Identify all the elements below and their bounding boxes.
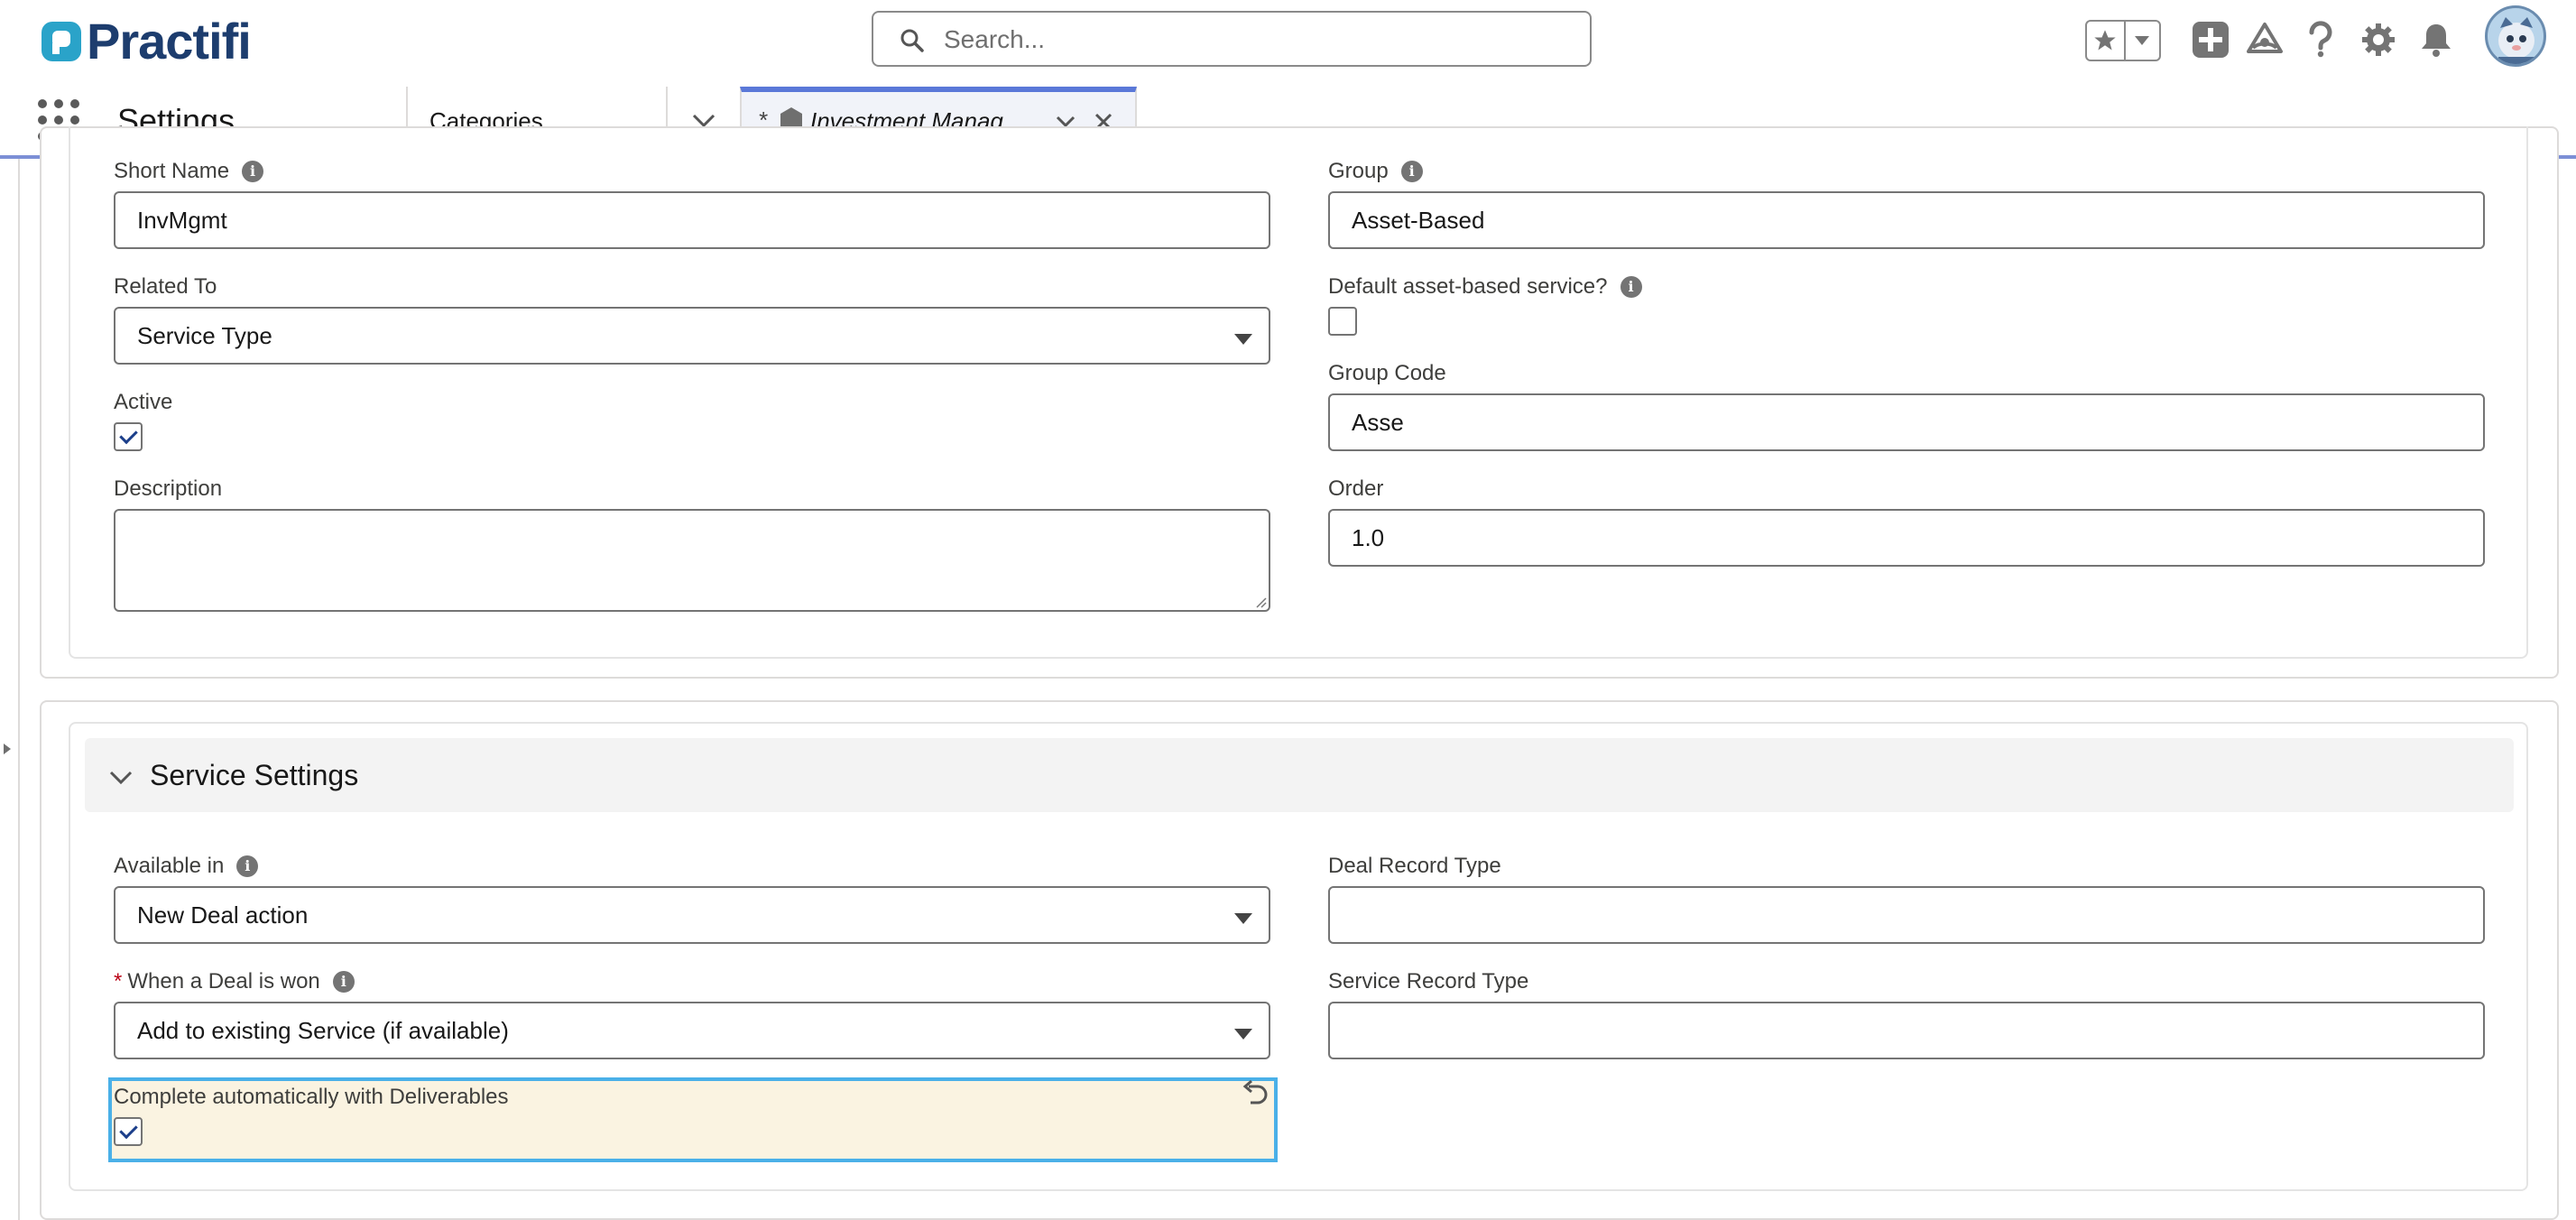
dropdown-caret-icon	[1234, 1029, 1252, 1040]
info-icon[interactable]: i	[242, 161, 264, 182]
dropdown-caret-icon	[1234, 913, 1252, 924]
notifications-bell-icon[interactable]	[2416, 20, 2456, 60]
default-asset-based-checkbox[interactable]	[1328, 307, 1357, 336]
order-label: Order	[1328, 476, 1384, 501]
group-label: Group i	[1328, 159, 1423, 184]
when-deal-won-label: * When a Deal is won i	[114, 969, 355, 994]
avatar[interactable]	[2485, 5, 2546, 67]
practifi-logo[interactable]: Practifi	[40, 13, 252, 69]
service-settings-header[interactable]: Service Settings	[85, 738, 2514, 812]
chevron-down-icon	[109, 771, 133, 785]
active-label: Active	[114, 390, 173, 414]
deal-record-type-label: Deal Record Type	[1328, 854, 1501, 878]
info-icon[interactable]: i	[332, 971, 355, 993]
service-record-type-label: Service Record Type	[1328, 969, 1529, 994]
description-label: Description	[114, 476, 223, 501]
expand-rail-icon[interactable]	[4, 744, 11, 754]
global-header: Practifi	[0, 0, 2576, 88]
service-record-type-field[interactable]	[1328, 1002, 2485, 1059]
left-rail[interactable]	[0, 159, 20, 1220]
search-icon	[900, 29, 924, 52]
active-checkbox[interactable]	[114, 422, 143, 451]
required-marker: *	[114, 969, 123, 994]
info-icon[interactable]: i	[1620, 276, 1642, 298]
global-actions-plus-icon[interactable]	[2191, 20, 2230, 60]
default-asset-based-label: Default asset-based service? i	[1328, 274, 1642, 300]
related-to-value: Service Type	[137, 322, 272, 349]
practifi-logo-mark-icon	[40, 20, 83, 63]
short-name-field[interactable]: InvMgmt	[114, 191, 1270, 249]
group-code-field[interactable]: Asse	[1328, 393, 2485, 451]
related-to-label: Related To	[114, 274, 217, 299]
order-field[interactable]: 1.0	[1328, 509, 2485, 567]
favorites-star-icon[interactable]	[2087, 22, 2126, 60]
undo-icon[interactable]	[1240, 1079, 1270, 1110]
description-textarea[interactable]	[114, 509, 1270, 612]
resize-grip-icon[interactable]	[1254, 596, 1267, 608]
favorites-menu-icon[interactable]	[2126, 22, 2159, 60]
section-title: Service Settings	[150, 759, 359, 791]
brand-name: Practifi	[87, 13, 252, 69]
related-to-select[interactable]: Service Type	[114, 307, 1270, 365]
deal-record-type-field[interactable]	[1328, 886, 2485, 944]
help-icon[interactable]	[2301, 20, 2341, 60]
group-code-label: Group Code	[1328, 361, 1446, 385]
trailhead-icon[interactable]	[2245, 20, 2285, 60]
search-input[interactable]	[942, 20, 1559, 60]
available-in-value: New Deal action	[137, 901, 309, 929]
global-search[interactable]	[872, 11, 1592, 67]
dropdown-caret-icon	[1234, 334, 1252, 345]
complete-automatically-label: Complete automatically with Deliverables	[114, 1085, 509, 1109]
complete-automatically-checkbox[interactable]	[114, 1117, 143, 1146]
short-name-label: Short Name i	[114, 159, 264, 184]
when-deal-won-select[interactable]: Add to existing Service (if available)	[114, 1002, 1270, 1059]
info-icon[interactable]: i	[1400, 161, 1423, 182]
when-deal-won-value: Add to existing Service (if available)	[137, 1017, 509, 1044]
favorites-group	[2085, 20, 2161, 61]
setup-gear-icon[interactable]	[2359, 20, 2398, 60]
available-in-select[interactable]: New Deal action	[114, 886, 1270, 944]
available-in-label: Available in i	[114, 854, 259, 879]
info-icon[interactable]: i	[236, 855, 259, 877]
group-field[interactable]: Asset-Based	[1328, 191, 2485, 249]
